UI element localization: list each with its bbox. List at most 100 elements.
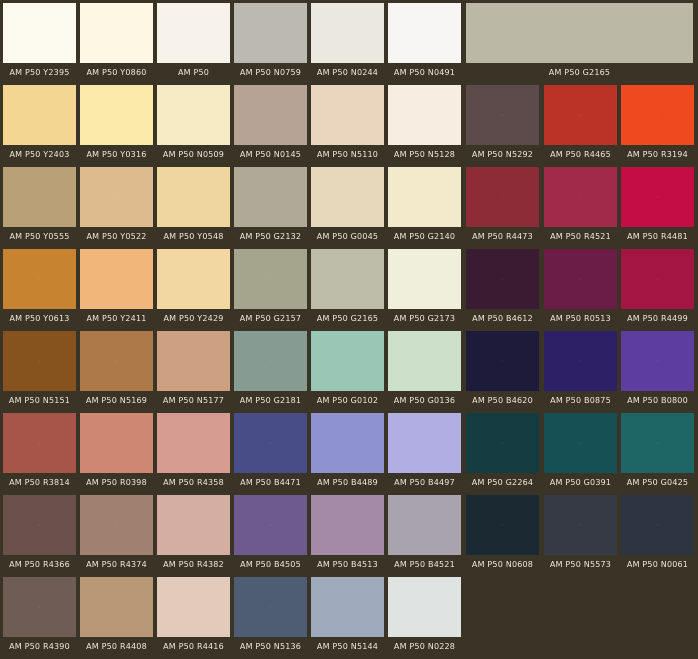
swatch-code-label: AM P50 Y2395 [9, 68, 70, 77]
swatch-color-chip [466, 495, 539, 555]
swatch-item: AM P50 B4521 [388, 495, 461, 577]
swatch-color-chip [3, 331, 76, 391]
swatch-color-chip [311, 331, 384, 391]
swatch-color-chip [621, 85, 694, 145]
swatch-color-chip [466, 331, 539, 391]
swatch-color-chip [466, 85, 539, 145]
swatch-color-chip [234, 331, 307, 391]
swatch-item: AM P50 N5144 [311, 577, 384, 659]
swatch-code-label: AM P50 Y0613 [9, 314, 70, 323]
swatch-color-chip [388, 3, 461, 63]
swatch-item: AM P50 N5177 [157, 331, 230, 413]
swatch-item: AM P50 G0391 [544, 413, 617, 495]
swatch-item: AM P50 N5169 [80, 331, 153, 413]
swatch-item: AM P50 N0608 [466, 495, 539, 577]
swatch-color-chip [388, 249, 461, 309]
swatch-code-label: AM P50 R0513 [550, 314, 611, 323]
swatch-color-chip [234, 577, 307, 637]
swatch-code-label: AM P50 N0509 [162, 150, 225, 159]
swatch-item: AM P50 G2165 [466, 3, 693, 85]
swatch-code-label: AM P50 Y0548 [163, 232, 224, 241]
swatch-item: AM P50 R4358 [157, 413, 230, 495]
swatch-code-label: AM P50 R4358 [163, 478, 224, 487]
swatch-color-chip [621, 495, 694, 555]
swatch-code-label: AM P50 B0800 [627, 396, 688, 405]
swatch-color-chip [621, 413, 694, 473]
swatch-color-chip [311, 3, 384, 63]
swatch-color-chip [311, 249, 384, 309]
swatch-code-label: AM P50 B4471 [240, 478, 301, 487]
swatch-code-label: AM P50 N5136 [239, 642, 302, 651]
swatch-item: AM P50 N0491 [388, 3, 461, 85]
swatch-color-chip [388, 413, 461, 473]
swatch-item: AM P50 N5292 [466, 85, 539, 167]
swatch-code-label: AM P50 R4374 [86, 560, 147, 569]
swatch-code-label: AM P50 G2140 [393, 232, 456, 241]
swatch-color-chip [388, 577, 461, 637]
swatch-code-label: AM P50 R4366 [9, 560, 70, 569]
swatch-item: AM P50 N5151 [3, 331, 76, 413]
swatch-color-chip [157, 495, 230, 555]
swatch-code-label: AM P50 R4390 [9, 642, 70, 651]
swatch-color-chip [80, 85, 153, 145]
swatch-code-label: AM P50 G0136 [393, 396, 456, 405]
swatch-code-label: AM P50 G2181 [239, 396, 302, 405]
swatch-color-chip [544, 331, 617, 391]
swatch-item: AM P50 G2181 [234, 331, 307, 413]
swatch-code-label: AM P50 G0045 [316, 232, 379, 241]
swatch-color-chip [466, 3, 693, 63]
swatch-code-label: AM P50 N5144 [316, 642, 379, 651]
swatch-code-label: AM P50 Y2411 [86, 314, 147, 323]
swatch-code-label: AM P50 R3194 [627, 150, 688, 159]
swatch-item: AM P50 N5110 [311, 85, 384, 167]
swatch-color-chip [80, 249, 153, 309]
swatch-item: AM P50 G0102 [311, 331, 384, 413]
swatch-code-label: AM P50 R4416 [163, 642, 224, 651]
swatch-item: AM P50 Y2429 [157, 249, 230, 331]
swatch-item: AM P50 Y2403 [3, 85, 76, 167]
swatch-code-label: AM P50 R4408 [86, 642, 147, 651]
swatch-item: AM P50 Y0555 [3, 167, 76, 249]
swatch-color-chip [621, 167, 694, 227]
swatch-item: AM P50 Y0316 [80, 85, 153, 167]
swatch-item: AM P50 N5136 [234, 577, 307, 659]
swatch-code-label: AM P50 Y2429 [163, 314, 224, 323]
swatch-code-label: AM P50 B4497 [394, 478, 455, 487]
swatch-item: AM P50 Y0613 [3, 249, 76, 331]
swatch-item: AM P50 G2173 [388, 249, 461, 331]
swatch-color-chip [621, 249, 694, 309]
swatch-item: AM P50 B0800 [621, 331, 694, 413]
swatch-code-label: AM P50 R4382 [163, 560, 224, 569]
swatch-color-chip [80, 3, 153, 63]
swatch-color-chip [157, 577, 230, 637]
swatch-item: AM P50 B4620 [466, 331, 539, 413]
swatch-color-chip [234, 85, 307, 145]
swatch-code-label: AM P50 Y0522 [86, 232, 147, 241]
swatch-code-label: AM P50 N0061 [626, 560, 689, 569]
swatch-item: AM P50 N0145 [234, 85, 307, 167]
swatch-code-label: AM P50 Y0860 [86, 68, 147, 77]
swatch-color-chip [80, 413, 153, 473]
swatch-item: AM P50 N0509 [157, 85, 230, 167]
swatch-item: AM P50 R0398 [80, 413, 153, 495]
swatch-item: AM P50 G2157 [234, 249, 307, 331]
swatch-color-chip [157, 85, 230, 145]
swatch-code-label: AM P50 N5573 [549, 560, 612, 569]
swatch-item: AM P50 B4497 [388, 413, 461, 495]
swatch-item: AM P50 R4521 [544, 167, 617, 249]
swatch-code-label: AM P50 N0491 [393, 68, 456, 77]
swatch-color-chip [388, 85, 461, 145]
swatch-item: AM P50 R0513 [544, 249, 617, 331]
swatch-item: AM P50 B4612 [466, 249, 539, 331]
swatch-item: AM P50 R4366 [3, 495, 76, 577]
swatch-code-label: AM P50 N5110 [316, 150, 379, 159]
swatch-color-chip [157, 3, 230, 63]
swatch-color-chip [3, 413, 76, 473]
swatch-color-chip [388, 331, 461, 391]
swatch-color-chip [157, 249, 230, 309]
swatch-code-label: AM P50 B4505 [240, 560, 301, 569]
swatch-item: AM P50 B4505 [234, 495, 307, 577]
swatch-code-label: AM P50 N0228 [393, 642, 456, 651]
swatch-color-chip [234, 3, 307, 63]
swatch-color-chip [80, 495, 153, 555]
